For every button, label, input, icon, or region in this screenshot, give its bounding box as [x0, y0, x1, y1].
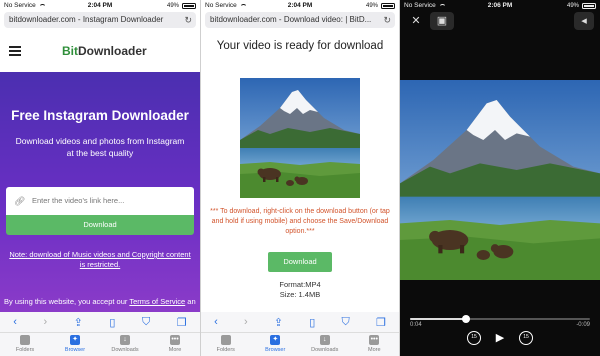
pip-icon[interactable]: ▣	[430, 12, 454, 30]
phone-screen-player: No Service 2:06 PM 49% ✕ ▣ ◂ 0:04 -0:09 …	[400, 0, 600, 356]
status-bar: No Service 2:04 PM 49%	[201, 0, 399, 12]
reload-icon[interactable]: ↻	[184, 12, 192, 28]
tab-browser[interactable]: ✦ Browser	[255, 333, 295, 356]
download-button[interactable]: Download	[6, 215, 194, 235]
playback-scrubber[interactable]	[410, 315, 590, 323]
tab-browser[interactable]: ✦ Browser	[55, 333, 95, 356]
compass-icon: ✦	[270, 335, 281, 345]
rewind-15-icon[interactable]: 15	[467, 331, 481, 345]
site-header: BitDownloader	[0, 30, 200, 70]
video-frame[interactable]	[400, 80, 600, 280]
menu-icon[interactable]	[9, 46, 21, 56]
forward-icon[interactable]: ›	[43, 316, 47, 328]
battery-icon	[582, 3, 596, 9]
size-label: Size: 1.4MB	[279, 290, 321, 299]
battery-percent: 49%	[566, 3, 579, 9]
back-icon[interactable]: ‹	[13, 316, 17, 328]
download-instructions: *** To download, right-click on the down…	[210, 208, 390, 235]
phone-screen-home: No Service 2:04 PM 49% bitdownloader.com…	[0, 0, 200, 356]
scrubber-knob[interactable]	[461, 315, 470, 323]
folder-icon	[20, 335, 30, 345]
shield-icon[interactable]: ⛉	[342, 316, 350, 329]
tab-folders[interactable]: Folders	[206, 333, 246, 356]
battery-icon	[381, 3, 395, 9]
ready-heading: Your video is ready for download	[216, 40, 384, 52]
download-icon: ↓	[120, 335, 130, 345]
browser-toolbar: ‹ › ⇪ ▯ ⛉ ❐	[0, 312, 200, 332]
url-text: bitdownloader.com - Instagram Downloader	[9, 15, 164, 24]
copyright-note-link[interactable]: Note: download of Music videos and Copyr…	[8, 250, 192, 270]
tab-folders[interactable]: Folders	[5, 333, 45, 356]
address-bar[interactable]: bitdownloader.com - Instagram Downloader…	[4, 12, 196, 28]
download-icon: ↓	[319, 335, 330, 345]
play-icon[interactable]: ▶	[493, 331, 507, 345]
back-icon[interactable]: ‹	[214, 316, 218, 328]
more-icon: •••	[369, 335, 380, 345]
scrubber-progress	[410, 318, 466, 320]
address-bar[interactable]: bitdownloader.com - Download video: | Bi…	[205, 12, 395, 28]
share-icon[interactable]: ⇪	[274, 316, 283, 329]
remaining-time: -0:09	[576, 322, 590, 328]
elapsed-time: 0:04	[410, 322, 422, 328]
url-text: bitdownloader.com - Download video: | Bi…	[210, 15, 372, 24]
tab-more[interactable]: ••• More	[155, 333, 195, 356]
battery-percent: 49%	[365, 3, 378, 9]
shield-icon[interactable]: ⛉	[142, 316, 150, 329]
folder-icon	[220, 335, 231, 345]
status-bar: No Service 2:06 PM 49%	[400, 0, 600, 12]
tab-downloads[interactable]: ↓ Downloads	[105, 333, 145, 356]
battery-percent: 49%	[166, 3, 179, 9]
video-link-input[interactable]: 🔗︎ Enter the video's link here...	[6, 187, 194, 215]
site-logo[interactable]: BitDownloader	[62, 44, 147, 58]
battery-icon	[182, 3, 196, 9]
page-title: Free Instagram Downloader	[11, 108, 189, 123]
hero-section: Free Instagram Downloader Download video…	[0, 72, 200, 312]
reload-icon[interactable]: ↻	[383, 12, 391, 28]
bookmarks-icon[interactable]: ▯	[109, 316, 115, 329]
forward-icon[interactable]: ›	[244, 316, 248, 328]
app-tab-bar: Folders ✦ Browser ↓ Downloads ••• More	[0, 332, 200, 356]
tab-more[interactable]: ••• More	[354, 333, 394, 356]
browser-toolbar: ‹ › ⇪ ▯ ⛉ ❐	[201, 312, 399, 332]
video-thumbnail	[240, 78, 360, 198]
volume-icon[interactable]: ◂	[574, 12, 594, 30]
tabs-icon[interactable]: ❐	[177, 316, 187, 329]
input-placeholder: Enter the video's link here...	[32, 196, 125, 205]
terms-of-service-link[interactable]: Terms of Service	[129, 297, 185, 306]
page-subtitle: Download videos and photos from Instagra…	[15, 136, 185, 158]
format-label: Format:MP4	[279, 280, 321, 289]
phone-screen-result: No Service 2:04 PM 49% bitdownloader.com…	[201, 0, 399, 356]
tabs-icon[interactable]: ❐	[376, 316, 386, 329]
tab-downloads[interactable]: ↓ Downloads	[305, 333, 345, 356]
download-button[interactable]: Download	[268, 252, 332, 272]
compass-icon: ✦	[70, 335, 80, 345]
close-icon[interactable]: ✕	[406, 12, 426, 30]
link-icon: 🔗︎	[14, 196, 26, 206]
share-icon[interactable]: ⇪	[74, 316, 83, 329]
terms-text: By using this website, you accept our Te…	[4, 297, 196, 306]
more-icon: •••	[170, 335, 180, 345]
bookmarks-icon[interactable]: ▯	[309, 316, 315, 329]
app-tab-bar: Folders ✦ Browser ↓ Downloads ••• More	[201, 332, 399, 356]
status-bar: No Service 2:04 PM 49%	[0, 0, 200, 12]
forward-15-icon[interactable]: 15	[519, 331, 533, 345]
